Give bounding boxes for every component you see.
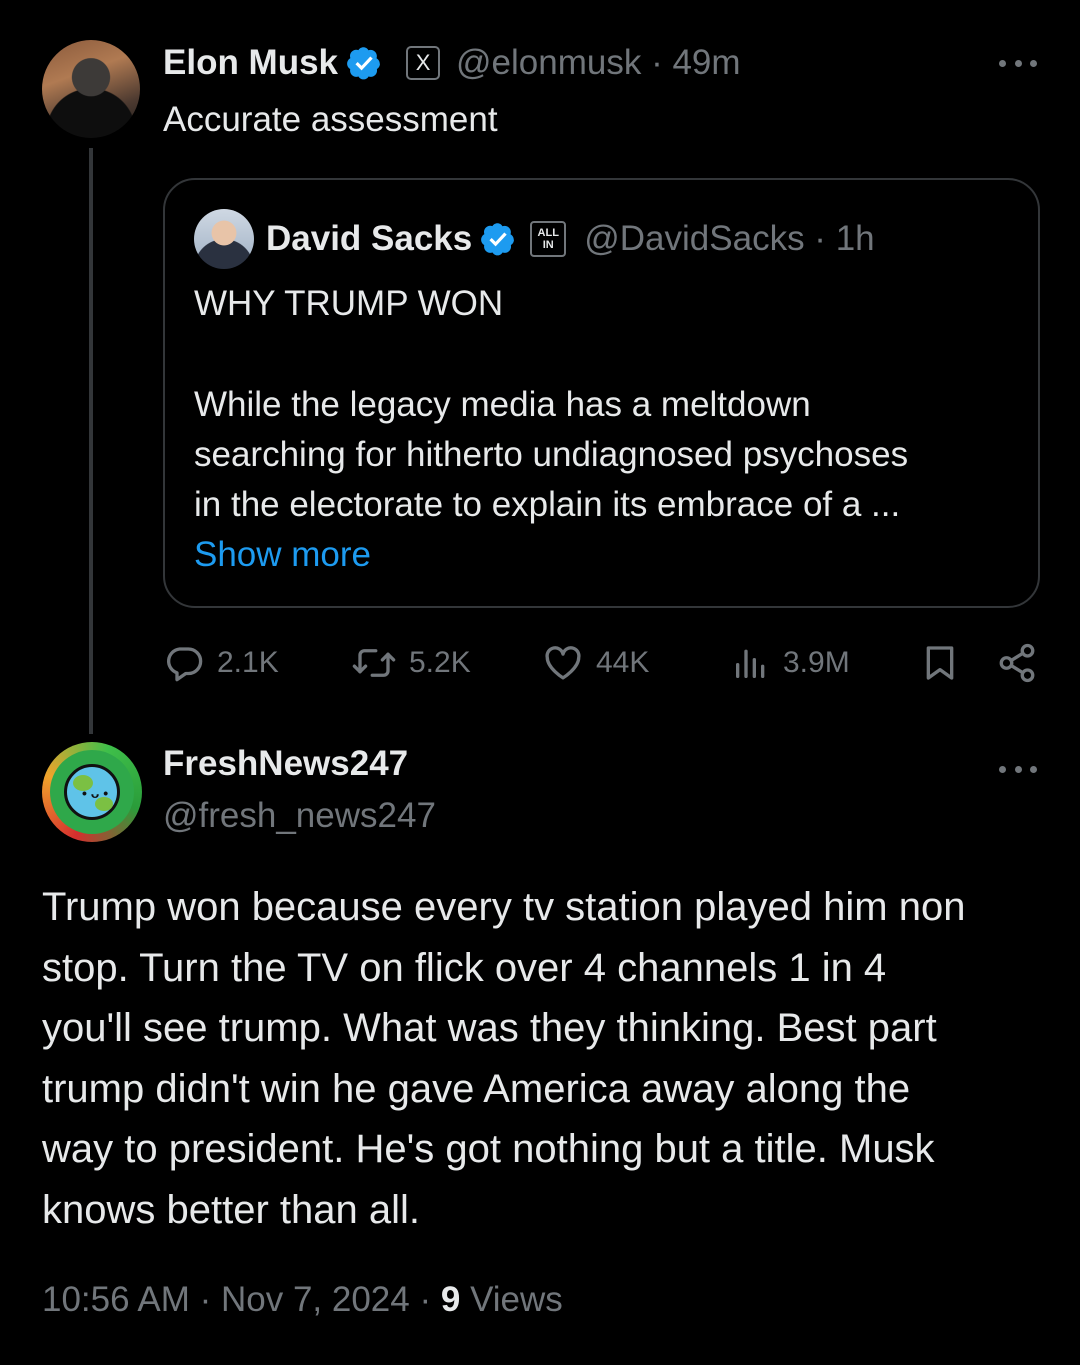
quoted-author-handle: @DavidSacks (584, 219, 805, 258)
verified-badge-icon (481, 223, 515, 256)
reply-timestamp[interactable]: 10:56 AM (42, 1280, 190, 1319)
parent-tweet-text: Accurate assessment (163, 100, 498, 139)
reply-views-count: 9 (440, 1280, 461, 1319)
reply-text-line: way to president. He's got nothing but a… (42, 1127, 935, 1171)
repost-icon (352, 649, 396, 677)
quoted-body-line: While the legacy media has a meltdown (194, 385, 811, 424)
bookmark-icon (926, 646, 954, 680)
allin-badge-line1: ALL (537, 227, 559, 239)
reply-tweet-text: Trump won because every tv station playe… (42, 877, 1052, 1240)
reply-text-line: Trump won because every tv station playe… (42, 885, 966, 929)
avatar-david-sacks (194, 209, 254, 269)
views-bars-icon (736, 649, 765, 678)
allin-badge-line2: IN (542, 239, 554, 251)
reply-count: 2.1K (217, 646, 279, 679)
earth-icon: • ᴗ • (64, 764, 120, 820)
share-icon (999, 643, 1035, 683)
author-name[interactable]: Elon Musk (163, 43, 338, 83)
reply-button[interactable]: 2.1K (163, 640, 279, 686)
quoted-body-line: searching for hitherto undiagnosed psych… (194, 435, 909, 474)
parent-tweet-header: Elon Musk X @elonmusk · 49m (163, 38, 741, 88)
reply-meta: 10:56 AM · Nov 7, 2024 · 9 Views (42, 1280, 563, 1319)
reply-text-line: you'll see trump. What was they thinking… (42, 1006, 937, 1050)
like-button[interactable]: 44K (542, 640, 649, 686)
quoted-post-time: 1h (835, 219, 875, 258)
views-button[interactable]: 3.9M (731, 640, 850, 686)
repost-count: 5.2K (409, 646, 471, 679)
reply-date[interactable]: Nov 7, 2024 (221, 1280, 410, 1319)
share-button[interactable] (996, 640, 1038, 686)
bookmark-button[interactable] (920, 640, 960, 686)
views-count: 3.9M (783, 646, 850, 679)
quoted-tweet-title: WHY TRUMP WON (194, 284, 504, 323)
reply-author-handle[interactable]: @fresh_news247 (163, 796, 436, 836)
author-handle[interactable]: @elonmusk (456, 43, 641, 82)
verified-badge-icon (347, 47, 380, 80)
post-time[interactable]: 49m (672, 43, 740, 82)
quoted-author-name: David Sacks (266, 219, 473, 258)
quoted-tweet-body: While the legacy media has a meltdown se… (194, 380, 1014, 580)
avatar-freshnews247[interactable]: • ᴗ • (42, 742, 142, 842)
handle-and-time: @elonmusk · 49m (456, 43, 741, 82)
reply-author-name[interactable]: FreshNews247 (163, 744, 408, 784)
affiliation-badge-x[interactable]: X (406, 46, 441, 80)
reply-text-line: trump didn't win he gave America away al… (42, 1066, 911, 1111)
more-dots-icon[interactable] (999, 56, 1037, 70)
repost-button[interactable]: 5.2K (351, 640, 471, 686)
show-more-link[interactable]: Show more (194, 530, 1014, 580)
reply-views-label: Views (470, 1280, 563, 1319)
quoted-body-line: in the electorate to explain its embrace… (194, 485, 901, 524)
heart-icon (545, 646, 581, 680)
quoted-tweet-header: David Sacks ALL IN @DavidSacks · 1h (266, 214, 875, 264)
like-count: 44K (596, 646, 650, 679)
quoted-tweet-card[interactable]: David Sacks ALL IN @DavidSacks · 1h WHY … (163, 178, 1040, 608)
reply-text-line: stop. Turn the TV on flick over 4 channe… (42, 945, 887, 990)
quoted-handle-and-time: @DavidSacks · 1h (584, 219, 875, 258)
reply-bubble-icon (167, 647, 203, 682)
more-dots-icon[interactable] (999, 762, 1037, 776)
affiliation-badge-allin: ALL IN (530, 221, 567, 257)
reply-text-line: knows better than all. (42, 1187, 420, 1232)
avatar-elon-musk[interactable] (42, 40, 140, 138)
thread-connector-line (89, 148, 93, 734)
